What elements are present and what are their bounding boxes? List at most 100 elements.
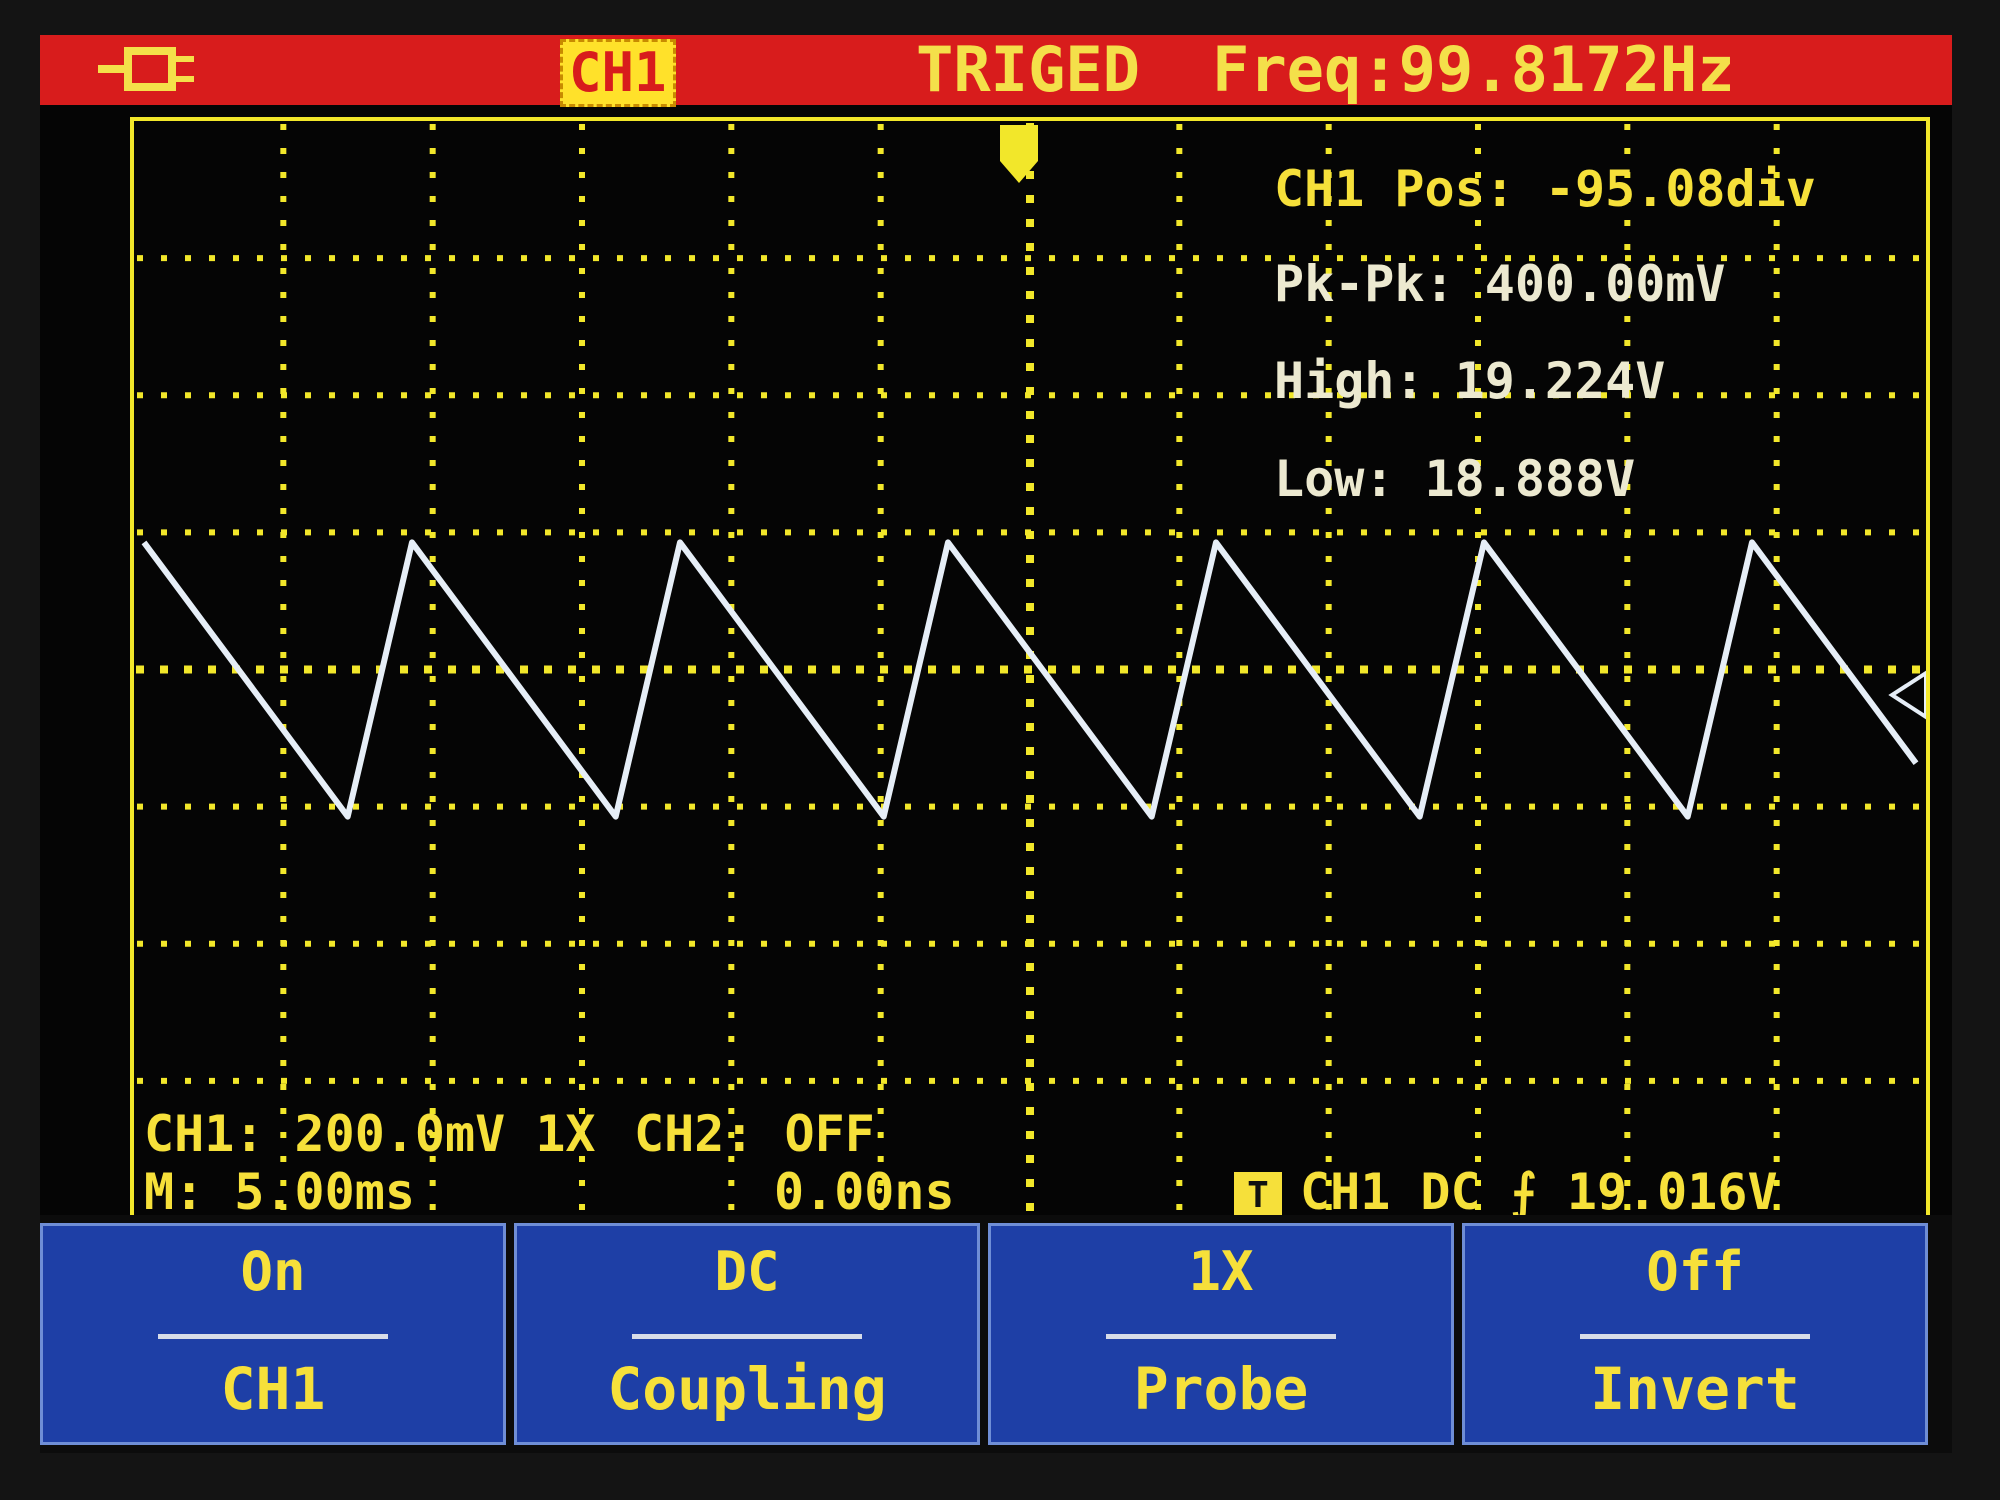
grid-dot — [1216, 665, 1224, 674]
grid-dot — [429, 604, 436, 610]
grid-dot — [280, 964, 287, 970]
softkey-invert[interactable]: Off Invert — [1462, 1223, 1928, 1445]
grid-dot — [1325, 1108, 1332, 1114]
softkey-probe[interactable]: 1X Probe — [988, 1223, 1454, 1445]
grid-dot — [579, 436, 585, 442]
grid-dot — [1145, 940, 1151, 947]
grid-dot — [1325, 124, 1332, 130]
grid-dot — [1625, 940, 1631, 947]
grid-dot — [728, 892, 735, 898]
grid-dot — [1841, 255, 1847, 262]
grid-dot — [728, 556, 735, 562]
grid-dot — [784, 665, 792, 674]
grid-dot — [137, 392, 143, 399]
grid-dot — [1577, 940, 1583, 947]
grid-dot — [1325, 892, 1332, 898]
grid-dot — [728, 820, 735, 826]
grid-dot — [1773, 508, 1780, 514]
grid-dot — [1624, 556, 1631, 562]
grid-dot — [1793, 940, 1799, 947]
grid-dot — [185, 392, 191, 399]
grid-dot — [1624, 665, 1632, 674]
grid-dot — [1026, 867, 1034, 875]
grid-dot — [1433, 940, 1439, 947]
grid-dot — [1475, 340, 1481, 346]
grid-dot — [521, 940, 527, 947]
grid-dot — [1026, 1107, 1034, 1115]
grid-dot — [832, 665, 840, 674]
grid-dot — [429, 652, 436, 658]
grid-dot — [593, 529, 599, 536]
grid-dot — [137, 255, 143, 262]
grid-dot — [429, 508, 436, 514]
grid-dot — [579, 748, 585, 754]
grid-dot — [1192, 665, 1200, 674]
grid-dot — [877, 676, 884, 682]
grid-dot — [1217, 1077, 1223, 1084]
grid-dot — [1817, 1077, 1823, 1084]
grid-dot — [1475, 868, 1481, 874]
grid-dot — [1026, 963, 1034, 971]
grid-dot — [877, 436, 884, 442]
grid-dot — [1841, 803, 1847, 810]
grid-dot — [1026, 579, 1034, 587]
grid-dot — [1475, 724, 1481, 730]
softkey-coupling[interactable]: DC Coupling — [514, 1223, 980, 1445]
grid-dot — [1721, 803, 1727, 810]
grid-dot — [1176, 244, 1183, 250]
grid-dot — [688, 665, 696, 674]
grid-dot — [280, 1036, 287, 1042]
grid-dot — [1529, 940, 1535, 947]
grid-dot — [1841, 1077, 1847, 1084]
grid-dot — [1325, 676, 1332, 682]
grid-dot — [1265, 940, 1271, 947]
grid-dot — [857, 803, 863, 810]
grid-dot — [977, 803, 983, 810]
grid-dot — [857, 529, 863, 536]
grid-dot — [1176, 748, 1183, 754]
grid-dot — [1773, 628, 1780, 634]
softkey-ch1[interactable]: On CH1 — [40, 1223, 506, 1445]
grid-dot — [429, 316, 436, 322]
grid-dot — [1773, 964, 1780, 970]
grid-dot — [689, 529, 695, 536]
grid-dot — [280, 700, 287, 706]
grid-dot — [472, 665, 480, 674]
grid-dot — [641, 255, 647, 262]
grid-dot — [1337, 529, 1343, 536]
grid-dot — [1624, 1084, 1631, 1090]
grid-dot — [1289, 803, 1295, 810]
grid-dot — [257, 1077, 263, 1084]
grid-dot — [1026, 843, 1034, 851]
grid-dot — [689, 803, 695, 810]
grid-dot — [1176, 124, 1183, 130]
grid-dot — [953, 529, 959, 536]
grid-dot — [929, 1077, 935, 1084]
grid-dot — [1026, 723, 1034, 731]
grid-dot — [280, 556, 287, 562]
grid-dot — [1697, 392, 1703, 399]
grid-dot — [1097, 803, 1103, 810]
grid-dot — [617, 392, 623, 399]
grid-dot — [280, 665, 288, 674]
grid-dot — [1865, 529, 1871, 536]
grid-dot — [713, 803, 719, 810]
grid-dot — [1001, 529, 1007, 536]
grid-dot — [877, 148, 884, 154]
grid-dot — [1721, 1077, 1727, 1084]
grid-dot — [1433, 529, 1439, 536]
grid-dot — [1337, 803, 1343, 810]
grid-dot — [353, 255, 359, 262]
grid-dot — [1624, 124, 1631, 130]
grid-dot — [1289, 529, 1295, 536]
grid-dot — [1169, 529, 1175, 536]
grid-dot — [449, 392, 455, 399]
grid-dot — [429, 148, 436, 154]
grid-dot — [1026, 483, 1034, 491]
grid-dot — [809, 940, 815, 947]
grid-dot — [429, 244, 436, 250]
grid-dot — [728, 700, 735, 706]
grid-dot — [1475, 940, 1481, 946]
grid-dot — [857, 392, 863, 399]
grid-dot — [1475, 1012, 1481, 1018]
